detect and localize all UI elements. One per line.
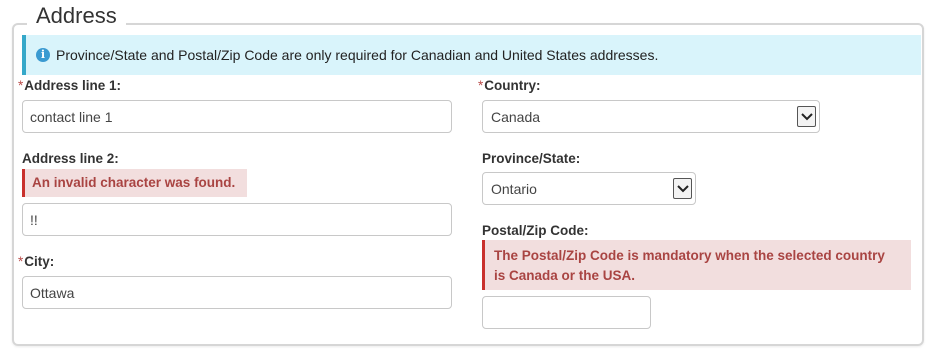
postal-code-error-line-1: The Postal/Zip Code is mandatory when th… xyxy=(494,248,885,263)
postal-code-label: Postal/Zip Code: xyxy=(482,223,589,238)
info-alert: i Province/State and Postal/Zip Code are… xyxy=(22,35,921,75)
required-marker: * xyxy=(478,78,484,93)
address-line-2-label: Address line 2: xyxy=(22,151,119,166)
postal-code-error-line-2: is Canada or the USA. xyxy=(494,268,636,283)
city-label: *City: xyxy=(18,254,55,269)
fieldset-legend: Address xyxy=(27,2,126,30)
address-line-2-input[interactable] xyxy=(22,203,452,236)
country-select[interactable]: Canada xyxy=(482,100,820,133)
postal-code-input[interactable] xyxy=(482,296,651,329)
province-label: Province/State: xyxy=(482,151,581,166)
address-line-2-error: An invalid character was found. xyxy=(22,169,247,197)
country-select-value: Canada xyxy=(491,108,541,125)
postal-code-error: The Postal/Zip Code is mandatory when th… xyxy=(482,240,911,290)
country-label: *Country: xyxy=(478,78,541,93)
required-marker: * xyxy=(18,78,24,93)
province-select-value: Ontario xyxy=(491,180,537,197)
city-input[interactable] xyxy=(22,276,452,309)
province-select[interactable]: Ontario xyxy=(482,172,696,205)
chevron-down-icon[interactable] xyxy=(797,106,816,127)
address-line-1-label: *Address line 1: xyxy=(18,78,122,93)
chevron-down-icon[interactable] xyxy=(673,178,692,199)
address-line-1-input[interactable] xyxy=(22,100,452,133)
info-circle-icon: i xyxy=(36,48,50,62)
info-alert-text: Province/State and Postal/Zip Code are o… xyxy=(56,47,659,63)
required-marker: * xyxy=(18,254,24,269)
